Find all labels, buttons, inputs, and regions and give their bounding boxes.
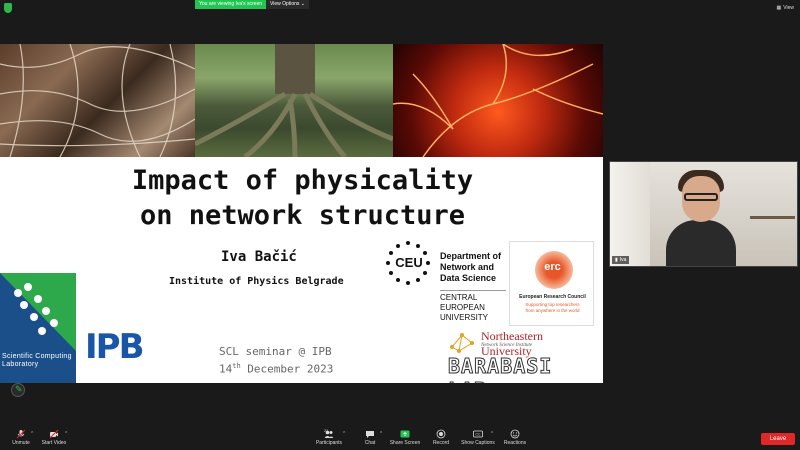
reactions-button[interactable]: Reactions	[497, 429, 533, 446]
unmute-label: Unmute	[12, 440, 30, 446]
chat-button[interactable]: Chat	[352, 429, 388, 446]
muted-microphone-icon	[16, 429, 26, 439]
shared-screen-slide: Impact of physicality on network structu…	[0, 44, 603, 383]
scl-logo: Scientific Computing Laboratory	[0, 273, 76, 383]
signal-bars-icon: ▮	[615, 257, 618, 263]
ceu-dept-line: Department of	[440, 251, 502, 261]
security-shield-icon[interactable]	[4, 3, 12, 13]
view-button[interactable]: ▦ View	[777, 5, 794, 11]
annotate-button[interactable]: ✎	[11, 383, 25, 397]
record-icon	[436, 429, 446, 439]
share-screen-button[interactable]: Share Screen	[387, 429, 423, 446]
date-rest: December 2023	[240, 362, 334, 376]
view-options-label: View Options	[270, 1, 300, 7]
ceu-uni-line: CENTRAL	[440, 293, 478, 302]
ceu-uni-line: UNIVERSITY	[440, 313, 489, 322]
viewing-screen-label: You are viewing Iva's screen	[195, 0, 267, 9]
ceu-dept-line: Data Science	[440, 273, 497, 283]
erc-full-name: European Research Council	[519, 294, 586, 300]
participant-name-label: ▮ Iva	[612, 256, 630, 264]
northeastern-logo: Northeastern University Network Science …	[447, 329, 592, 358]
video-off-icon	[49, 429, 59, 439]
zoom-meeting-window: You are viewing Iva's screen View Option…	[0, 0, 800, 450]
leave-meeting-button[interactable]: Leave	[761, 433, 795, 445]
unmute-button[interactable]: Unmute	[3, 429, 39, 446]
reactions-smiley-icon	[510, 429, 520, 439]
date-day: 14	[219, 362, 233, 376]
participant-glasses	[684, 193, 718, 201]
background-shelf	[750, 216, 795, 219]
captions-options-caret-icon[interactable]: ^	[491, 431, 493, 437]
pencil-icon: ✎	[15, 384, 23, 394]
meeting-toolbar: Unmute ^ Start Video ^ 21 Participants ^	[0, 428, 800, 450]
participant-name: Iva	[619, 257, 627, 263]
share-screen-icon	[400, 430, 410, 438]
scl-dots-graphic	[0, 273, 76, 351]
reactions-label: Reactions	[503, 440, 527, 446]
network-science-institute: Network Science Institute	[481, 343, 533, 348]
video-options-caret-icon[interactable]: ^	[65, 431, 67, 437]
chat-label: Chat	[364, 440, 376, 446]
author-affiliation: Institute of Physics Belgrade	[169, 276, 344, 287]
ceu-logo-text: CEU	[395, 255, 423, 270]
ceu-department-name: Department of Network and Data Science	[440, 251, 501, 284]
scl-logo-text: Scientific Computing Laboratory	[2, 353, 72, 368]
roots-photo-left	[0, 44, 195, 157]
svg-text:CC: CC	[475, 433, 481, 437]
screen-share-banner: You are viewing Iva's screen View Option…	[195, 0, 309, 9]
ipb-logo: IPB	[85, 317, 157, 383]
seminar-date: 14th December 2023	[219, 362, 333, 376]
record-button[interactable]: Record	[423, 429, 459, 446]
date-ordinal: th	[232, 362, 241, 370]
title-line-2: on network structure	[139, 200, 466, 231]
title-line-1: Impact of physicality	[131, 165, 474, 196]
participants-options-caret-icon[interactable]: ^	[343, 431, 345, 437]
slide-title: Impact of physicality on network structu…	[20, 163, 585, 233]
tree-roots-photo	[195, 44, 393, 157]
chevron-down-icon: ⌄	[300, 1, 305, 7]
participant-body	[666, 220, 736, 266]
erc-tagline: Supporting top researchers from anywhere…	[510, 302, 595, 314]
participants-button[interactable]: 21 Participants	[311, 428, 347, 446]
record-label: Record	[432, 440, 450, 446]
erc-tagline-line: from anywhere in the world	[525, 308, 580, 313]
show-captions-label: Show Captions	[461, 440, 495, 446]
start-video-label: Start Video	[41, 440, 67, 446]
erc-logo: erc European Research Council Supporting…	[509, 241, 594, 326]
seminar-name: SCL seminar @ IPB	[219, 345, 332, 358]
ceu-university-name: CENTRAL EUROPEAN UNIVERSITY	[440, 290, 506, 323]
audio-options-caret-icon[interactable]: ^	[31, 431, 33, 437]
chat-options-caret-icon[interactable]: ^	[380, 431, 382, 437]
ceu-uni-line: EUROPEAN	[440, 303, 485, 312]
erc-logo-text: erc	[544, 261, 561, 273]
background-window	[610, 162, 650, 266]
share-screen-label: Share Screen	[389, 440, 421, 446]
grid-icon: ▦	[776, 5, 782, 11]
captions-icon: CC	[473, 430, 483, 438]
view-options-button[interactable]: View Options ⌄	[266, 0, 309, 9]
participant-video-tile[interactable]: ▮ Iva	[609, 161, 798, 267]
participants-count: 21	[324, 428, 329, 433]
ceu-dept-line: Network and	[440, 262, 495, 272]
blood-vessels-photo	[393, 44, 603, 157]
chat-bubble-icon	[366, 431, 374, 438]
network-node-icon	[450, 333, 474, 353]
view-label: View	[783, 5, 794, 11]
barabasi-lab-logo: BARABASI LAB	[448, 354, 553, 384]
ipb-logo-text: IPB	[85, 327, 145, 367]
author-name: Iva Bačić	[221, 249, 297, 265]
participants-label: Participants	[315, 440, 343, 446]
